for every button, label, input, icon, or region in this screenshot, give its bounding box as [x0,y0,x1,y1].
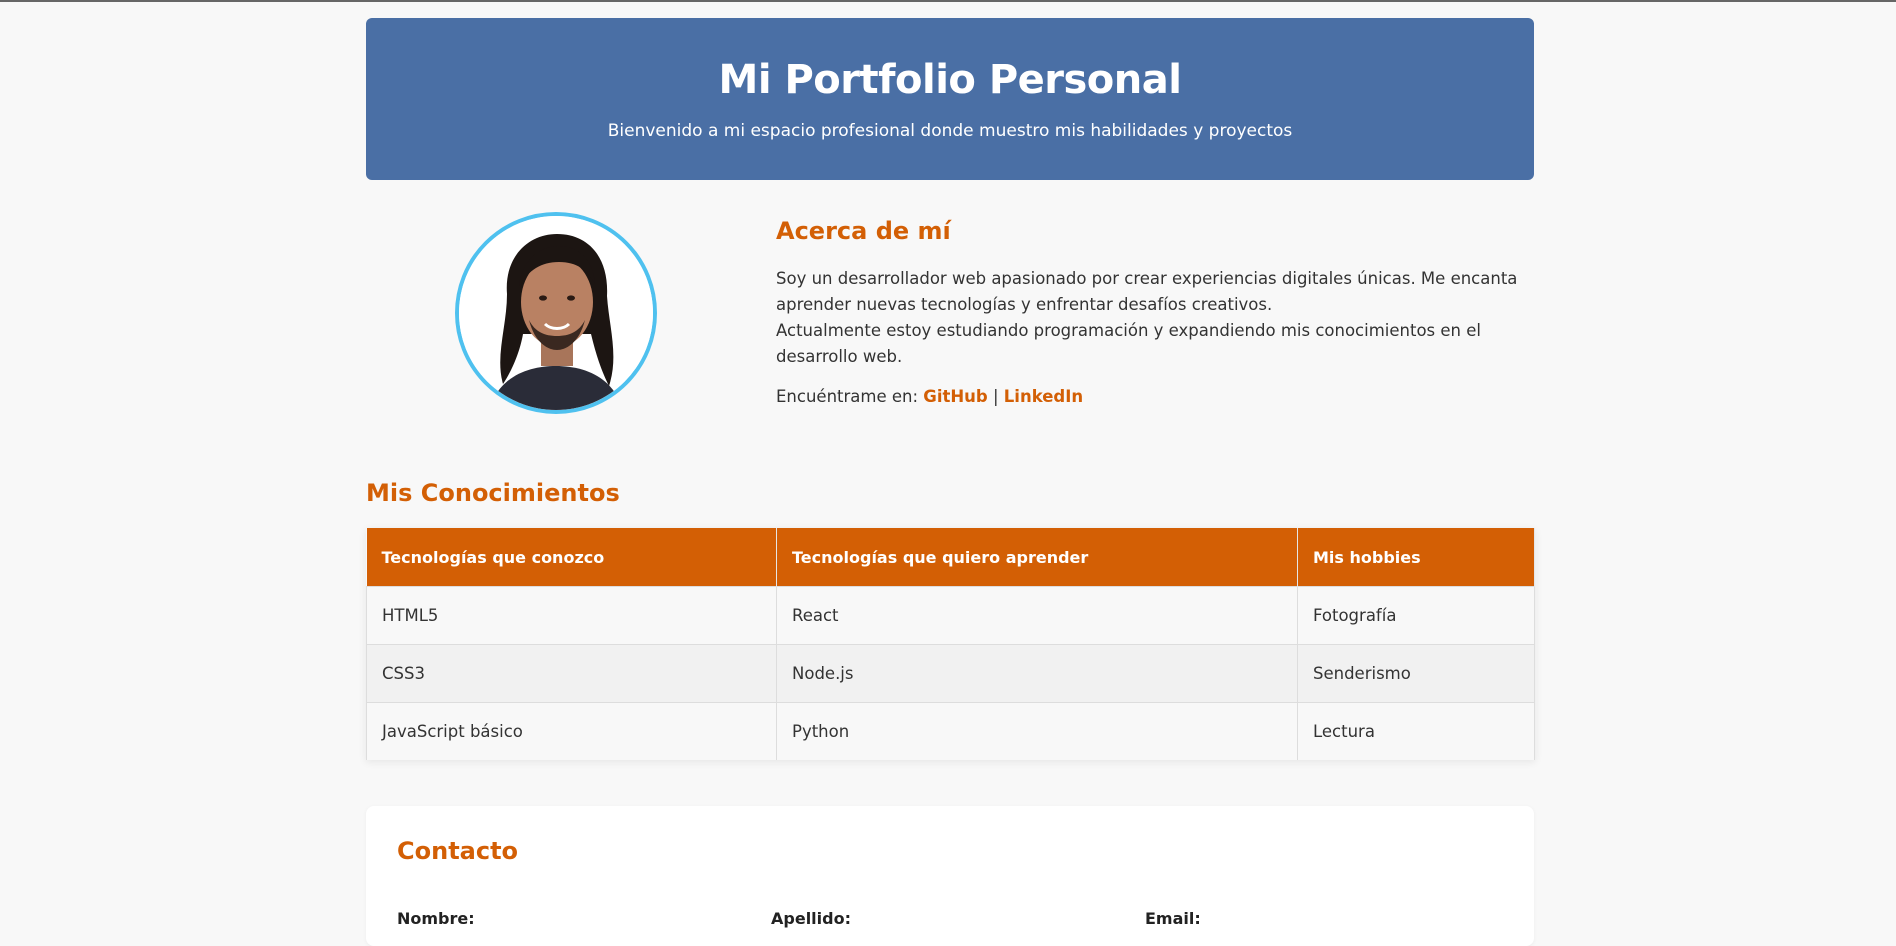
about-paragraph-1: Soy un desarrollador web apasionado por … [776,269,1518,314]
table-cell: Python [776,702,1298,760]
contact-title: Contacto [397,837,519,865]
table-row: JavaScript básico Python Lectura [366,702,1535,760]
skills-title: Mis Conocimientos [366,479,620,507]
table-cell: HTML5 [366,586,777,645]
linkedin-link[interactable]: LinkedIn [1004,387,1083,406]
nombre-label: Nombre: [397,909,475,928]
header-hobbies: Mis hobbies [1297,528,1535,587]
skills-section: Mis Conocimientos Tecnologías que conozc… [366,478,1535,760]
header-learn-tech: Tecnologías que quiero aprender [776,528,1298,587]
table-cell: JavaScript básico [366,702,777,760]
apellido-label: Apellido: [771,909,851,928]
profile-photo-image [459,216,653,410]
table-cell: Senderismo [1297,644,1535,703]
top-border [0,0,1896,2]
table-cell: Fotografía [1297,586,1535,645]
table-row: HTML5 React Fotografía [366,586,1535,645]
page-container: Mi Portfolio Personal Bienvenido a mi es… [366,18,1535,946]
about-title: Acerca de mí [776,217,951,245]
profile-photo [455,212,657,414]
table-cell: React [776,586,1298,645]
skills-table: Tecnologías que conozco Tecnologías que … [366,528,1535,760]
about-section: Acerca de mí Soy un desarrollador web ap… [366,180,1534,478]
email-label: Email: [1145,909,1201,928]
table-cell: CSS3 [366,644,777,703]
about-paragraph-2: Actualmente estoy estudiando programació… [776,321,1481,366]
table-cell: Lectura [1297,702,1535,760]
page-subtitle: Bienvenido a mi espacio profesional dond… [607,121,1293,141]
social-prefix: Encuéntrame en: [776,387,919,406]
page-header: Mi Portfolio Personal Bienvenido a mi es… [366,18,1534,180]
table-cell: Node.js [776,644,1298,703]
header-known-tech: Tecnologías que conozco [366,528,777,587]
skills-table-header-row: Tecnologías que conozco Tecnologías que … [366,528,1535,587]
social-separator: | [992,387,999,406]
contact-section: Contacto Nombre: Apellido: Email: [366,806,1534,946]
page-title: Mi Portfolio Personal [718,57,1182,103]
about-content: Acerca de mí Soy un desarrollador web ap… [776,216,1521,410]
table-row: CSS3 Node.js Senderismo [366,644,1535,703]
github-link[interactable]: GitHub [923,387,987,406]
social-links: Encuéntrame en: GitHub | LinkedIn [776,384,1521,410]
